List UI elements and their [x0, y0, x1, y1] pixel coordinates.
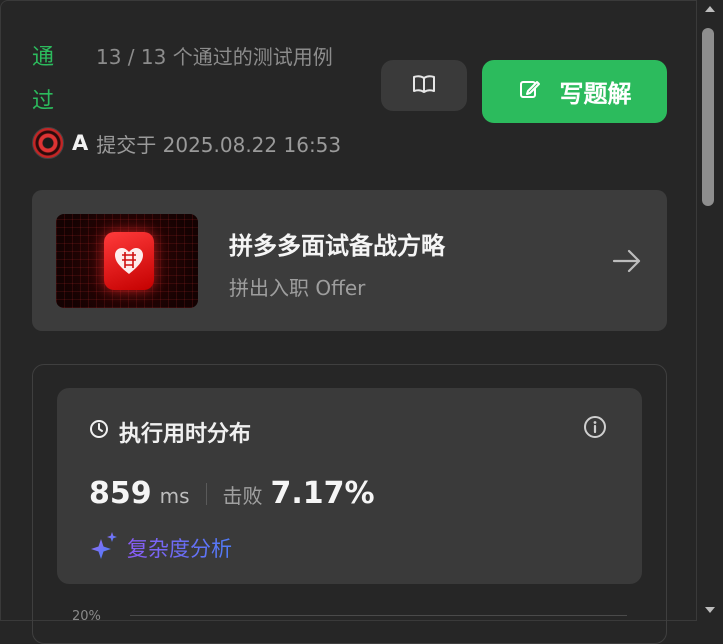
- write-solution-label: 写题解: [559, 80, 632, 108]
- runtime-header: 执行用时分布: [89, 416, 251, 448]
- sparkle-icon: [89, 531, 119, 564]
- write-solution-button[interactable]: 写题解: [482, 60, 667, 123]
- scroll-up-icon[interactable]: [705, 6, 715, 12]
- user-name[interactable]: A: [72, 131, 88, 155]
- chart-axis-tick: 20%: [72, 609, 101, 624]
- scrollbar[interactable]: [697, 0, 723, 621]
- edit-icon: [518, 77, 542, 107]
- scroll-thumb[interactable]: [702, 28, 714, 206]
- avatar[interactable]: [32, 127, 64, 159]
- divider: [205, 482, 207, 505]
- arrow-right-icon[interactable]: [612, 248, 642, 278]
- info-icon[interactable]: [583, 415, 607, 443]
- pinduoduo-logo-icon: [104, 232, 154, 290]
- complexity-analysis-link[interactable]: 复杂度分析: [89, 531, 232, 564]
- testcase-summary: 13 / 13 个通过的测试用例: [96, 45, 333, 69]
- status-label: 通过: [32, 45, 55, 114]
- beats-label: 击败: [222, 484, 263, 508]
- runtime-value: 859: [89, 476, 152, 511]
- beats-value: 7.17%: [270, 476, 375, 511]
- complexity-label: 复杂度分析: [127, 533, 232, 563]
- solutions-book-button[interactable]: [381, 60, 467, 111]
- clock-icon: [89, 419, 109, 445]
- submission-info: A 提交于 2025.08.22 16:53: [32, 126, 341, 160]
- chart-gridline: [130, 615, 627, 616]
- runtime-title: 执行用时分布: [119, 422, 252, 447]
- promo-thumbnail: [56, 214, 198, 308]
- book-icon: [411, 73, 437, 99]
- runtime-stats: 859 ms 击败 7.17%: [89, 476, 375, 511]
- promo-title: 拼多多面试备战方略: [229, 232, 445, 260]
- promo-subtitle: 拼出入职 Offer: [229, 276, 366, 300]
- scroll-down-icon[interactable]: [705, 607, 715, 613]
- runtime-unit: ms: [159, 484, 190, 508]
- promo-card[interactable]: 拼多多面试备战方略 拼出入职 Offer: [32, 190, 667, 331]
- runtime-card: 执行用时分布 859 ms 击败 7.17% 复杂度分析: [57, 388, 642, 584]
- submitted-time: 提交于 2025.08.22 16:53: [96, 132, 342, 157]
